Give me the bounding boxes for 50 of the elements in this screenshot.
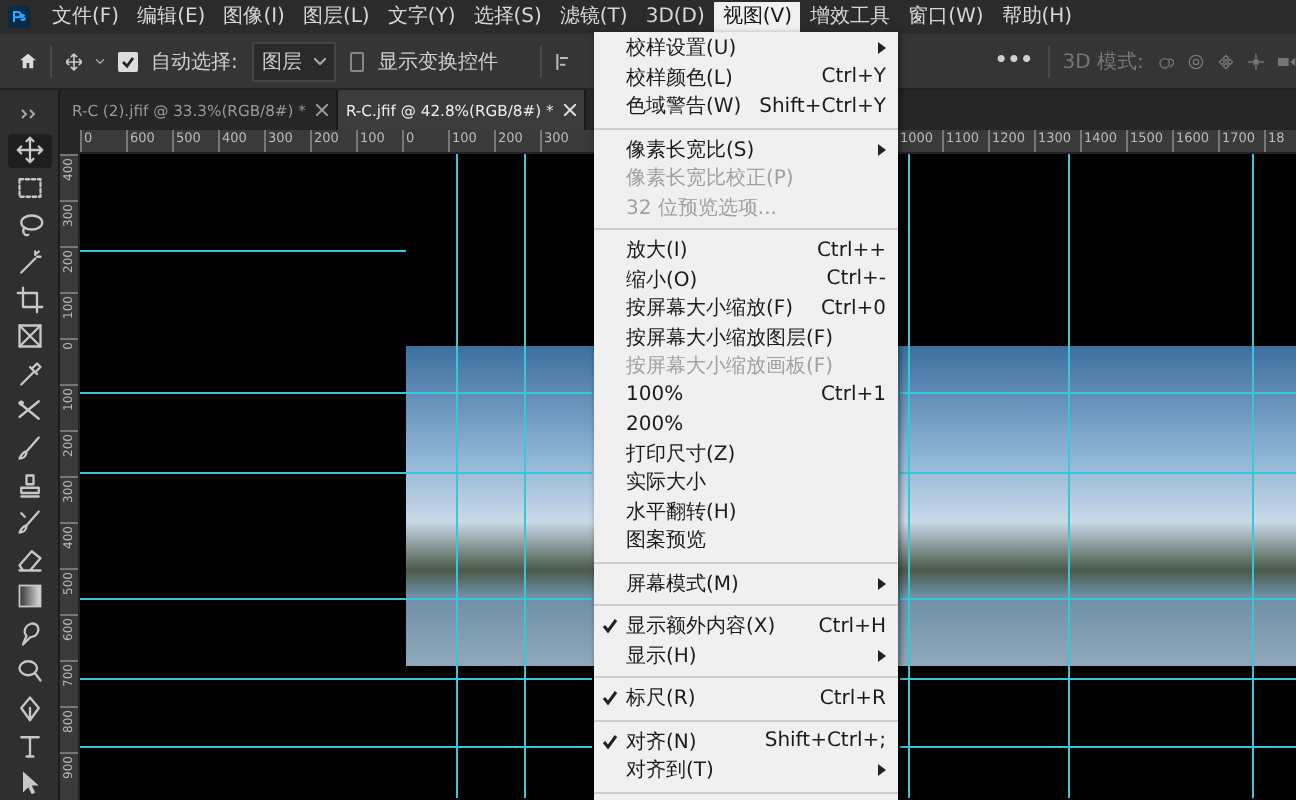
menu-item[interactable]: 滤镜(T)	[551, 1, 636, 33]
menu-entry[interactable]: 按屏幕大小缩放图层(F)	[594, 323, 898, 352]
menu-entry[interactable]: 屏幕模式(M)	[594, 569, 898, 598]
menu-item[interactable]: 选择(S)	[465, 1, 550, 33]
close-icon[interactable]	[315, 104, 328, 116]
menu-entry[interactable]: 校样颜色(L) Ctrl+Y	[594, 63, 898, 92]
menu-item[interactable]: 3D(D)	[637, 1, 713, 33]
slide-icon[interactable]	[1248, 49, 1265, 73]
transform-controls-label: 显示变换控件	[378, 49, 499, 75]
menu-item[interactable]: 帮助(H)	[993, 1, 1081, 33]
menu-entry[interactable]: 对齐(N) Shift+Ctrl+;	[594, 727, 898, 756]
menu-entry[interactable]: 200%	[594, 410, 898, 439]
app-logo-icon[interactable]	[8, 6, 30, 28]
menu-entry[interactable]: 实际大小	[594, 468, 898, 497]
collapse-icon[interactable]	[17, 106, 41, 122]
auto-select-label: 自动选择:	[151, 49, 238, 75]
menu-item[interactable]: 增效工具	[802, 1, 899, 33]
menu-entry[interactable]: 按屏幕大小缩放(F) Ctrl+0	[594, 294, 898, 323]
menu-entry[interactable]: 标尺(R) Ctrl+R	[594, 684, 898, 713]
menu-entry[interactable]: 图案预览	[594, 526, 898, 555]
menu-entry[interactable]: 100% Ctrl+1	[594, 381, 898, 410]
caret-icon[interactable]	[313, 57, 326, 65]
menu-item[interactable]: 图层(L)	[294, 1, 378, 33]
menu-entry[interactable]: 色域警告(W) Shift+Ctrl+Y	[594, 92, 898, 121]
caret-icon[interactable]	[95, 57, 104, 65]
layer-dropdown[interactable]: 图层	[251, 41, 336, 81]
menu-item[interactable]: 文件(F)	[44, 1, 128, 33]
menu-item[interactable]: 窗口(W)	[900, 1, 992, 33]
menu-entry[interactable]: 校样设置(U)	[594, 34, 898, 63]
menu-entry[interactable]: 像素长宽比(S)	[594, 135, 898, 164]
align-left-icon[interactable]	[555, 49, 569, 73]
pan-icon[interactable]	[1218, 49, 1235, 73]
home-icon[interactable]	[20, 50, 36, 72]
menu-item[interactable]: 图像(I)	[215, 1, 293, 33]
move-icon[interactable]	[65, 49, 82, 73]
menu-item[interactable]: 文字(Y)	[379, 1, 464, 33]
menu-entry[interactable]: 显示额外内容(X) Ctrl+H	[594, 612, 898, 641]
menu-entry[interactable]: 放大(I) Ctrl++	[594, 236, 898, 265]
menu-item[interactable]: 视图(V)	[714, 1, 801, 33]
menu-entry[interactable]: 打印尺寸(Z)	[594, 439, 898, 468]
menu-item[interactable]: 编辑(E)	[129, 1, 214, 33]
rotate-icon[interactable]	[1188, 49, 1205, 73]
menu-entry[interactable]: 缩小(O) Ctrl+-	[594, 265, 898, 294]
move-tool-icon[interactable]	[7, 134, 51, 168]
more-options-button[interactable]: •••	[994, 50, 1034, 72]
menu-entry[interactable]: 水平翻转(H)	[594, 497, 898, 526]
menu-entry[interactable]: 显示(H)	[594, 641, 898, 670]
3d-mode-label: 3D 模式:	[1062, 49, 1144, 75]
checkbox[interactable]	[349, 51, 365, 71]
menu-entry[interactable]: 对齐到(T)	[594, 756, 898, 785]
